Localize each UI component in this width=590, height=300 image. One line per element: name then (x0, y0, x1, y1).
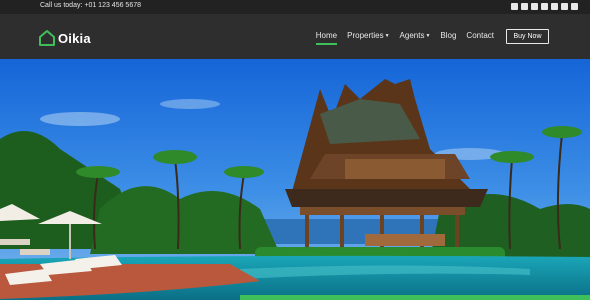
nav-label: Agents (399, 31, 425, 40)
dribbble-icon[interactable] (561, 3, 568, 10)
nav-item-contact[interactable]: Contact (466, 29, 494, 45)
nav-label: Properties (347, 31, 384, 40)
rss-icon[interactable] (571, 3, 578, 10)
caret-down-icon: ▼ (425, 33, 431, 39)
vimeo-icon[interactable] (541, 3, 548, 10)
caret-down-icon: ▼ (384, 33, 390, 39)
phone-text: Call us today: +01 123 456 5678 (40, 2, 141, 9)
linkedin-icon[interactable] (531, 3, 538, 10)
nav-label: Home (315, 31, 338, 40)
logo[interactable]: Oikia (38, 28, 91, 48)
main-nav: Home Properties▼ Agents▼ Blog Contact (306, 29, 494, 45)
youtube-icon[interactable] (551, 3, 558, 10)
logo-text: Oikia (58, 30, 91, 46)
nav-item-home[interactable]: Home (315, 29, 338, 45)
nav-item-agents[interactable]: Agents▼ (400, 29, 431, 45)
accent-strip (240, 295, 590, 300)
house-icon (39, 30, 55, 46)
twitter-icon[interactable] (521, 3, 528, 10)
facebook-icon[interactable] (511, 3, 518, 10)
nav-label: Blog (440, 31, 457, 40)
buy-now-button[interactable]: Buy Now (506, 29, 549, 44)
site-header: Oikia Home Properties▼ Agents▼ Blog Cont… (0, 14, 590, 59)
nav-label: Contact (466, 31, 494, 40)
top-bar: Call us today: +01 123 456 5678 (0, 0, 590, 14)
nav-item-properties[interactable]: Properties▼ (347, 29, 389, 45)
hero-image (0, 59, 590, 300)
resort-illustration (0, 59, 590, 300)
nav-item-blog[interactable]: Blog (440, 29, 456, 45)
social-links (508, 3, 578, 11)
